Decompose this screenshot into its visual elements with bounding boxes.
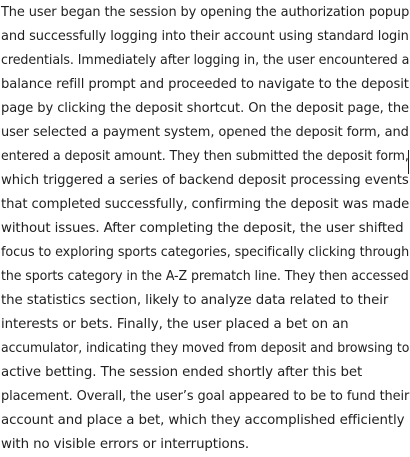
session-summary-document: The user began the session by opening th… (0, 0, 410, 457)
summary-line-19: with no visible errors or interruptions. (1, 437, 250, 452)
summary-line-5: page by clicking the deposit shortcut. O… (1, 101, 409, 116)
summary-line-3: credentials. Immediately after logging i… (1, 53, 410, 68)
summary-line-10: without issues. After completing the dep… (1, 221, 404, 236)
session-summary-paragraph: The user began the session by opening th… (1, 1, 410, 457)
summary-line-8: which triggered a series of backend depo… (1, 173, 409, 188)
text-cursor-marker (408, 150, 409, 174)
summary-line-15: accumulator, indicating they moved from … (1, 341, 410, 356)
summary-line-18: account and place a bet, which they acco… (1, 413, 405, 428)
summary-line-14: interests or bets. Finally, the user pla… (1, 317, 349, 332)
summary-line-11: focus to exploring sports categories, sp… (1, 245, 410, 260)
summary-line-7: entered a deposit amount. They then subm… (1, 149, 409, 164)
summary-line-2: and successfully logging into their acco… (1, 29, 409, 44)
summary-line-12: the sports category in the A-Z prematch … (1, 269, 409, 284)
summary-line-17: placement. Overall, the user’s goal appe… (1, 389, 410, 404)
summary-line-13: the statistics section, likely to analyz… (1, 293, 389, 308)
summary-line-6: user selected a payment system, opened t… (1, 125, 409, 140)
summary-line-1: The user began the session by opening th… (1, 5, 410, 20)
summary-line-9: that completed successfully, confirming … (1, 197, 410, 212)
summary-line-16: active betting. The session ended shortl… (1, 365, 363, 380)
summary-line-4: balance refill prompt and proceeded to n… (1, 77, 409, 92)
